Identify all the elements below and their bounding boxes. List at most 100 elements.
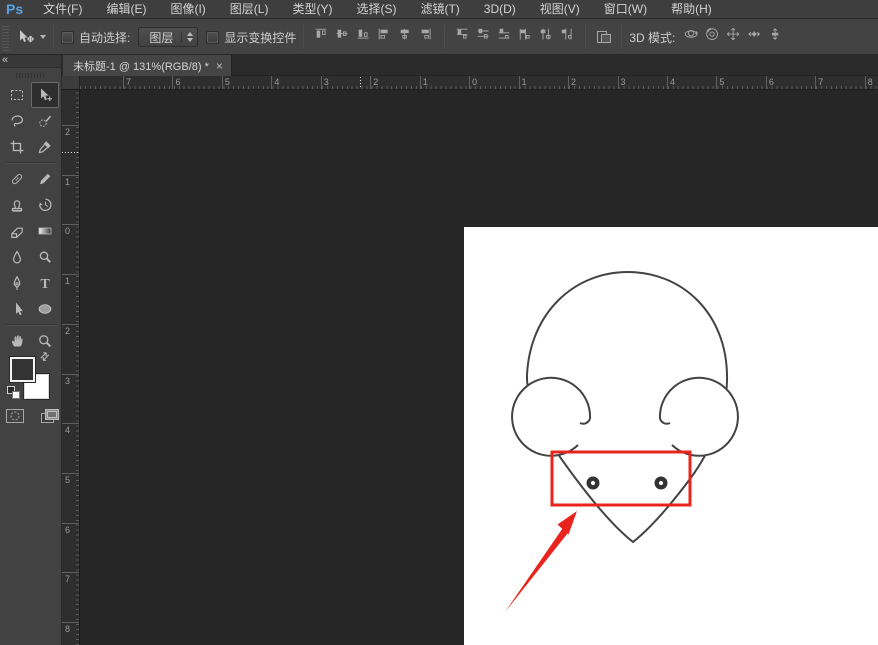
pen-tool-icon[interactable] bbox=[3, 270, 31, 296]
ruler-major-tick bbox=[519, 76, 520, 90]
screen-mode-button[interactable] bbox=[39, 407, 61, 425]
options-bar-grip[interactable] bbox=[2, 24, 9, 51]
align-vertical-centers-icon[interactable] bbox=[333, 26, 352, 45]
left-ear bbox=[512, 378, 590, 456]
move-tool-option-icon[interactable] bbox=[15, 28, 35, 46]
distribute-left-edges-icon[interactable] bbox=[516, 26, 535, 45]
distribute-right-edges-icon[interactable] bbox=[558, 26, 577, 45]
3d-pan-icon[interactable] bbox=[724, 25, 743, 44]
workspace: « T ⇄ bbox=[0, 55, 878, 645]
left-eye-highlight bbox=[591, 481, 595, 485]
ruler-number: 4 bbox=[274, 77, 279, 87]
menu-item-8[interactable]: 3D(D) bbox=[472, 0, 528, 19]
ruler-major-tick bbox=[62, 572, 80, 573]
annotation-arrow-shaft bbox=[505, 529, 568, 613]
move-tool-icon[interactable] bbox=[31, 82, 59, 108]
horizontal-ruler[interactable]: 7654321012345678 bbox=[62, 76, 878, 90]
hand-tool-icon[interactable] bbox=[3, 328, 31, 354]
path-selection-tool-icon[interactable] bbox=[3, 296, 31, 322]
document-canvas[interactable] bbox=[464, 227, 878, 645]
distribute-horizontal-centers-icon[interactable] bbox=[537, 26, 556, 45]
distribute-bottom-edges-icon[interactable] bbox=[495, 26, 514, 45]
show-transform-checkbox[interactable] bbox=[206, 31, 219, 44]
ruler-major-tick bbox=[62, 622, 80, 623]
menu-item-11[interactable]: 帮助(H) bbox=[659, 0, 724, 19]
ruler-major-tick bbox=[321, 76, 322, 90]
type-tool-icon[interactable]: T bbox=[31, 270, 59, 296]
align-right-edges-icon[interactable] bbox=[417, 26, 436, 45]
canvas-workspace[interactable] bbox=[80, 90, 878, 645]
ruler-number: 1 bbox=[423, 77, 428, 87]
ruler-number: 2 bbox=[373, 77, 378, 87]
menu-item-2[interactable]: 编辑(E) bbox=[94, 0, 158, 19]
tool-panel-grip[interactable] bbox=[16, 73, 46, 78]
lasso-tool-icon[interactable] bbox=[3, 108, 31, 134]
ruler-major-tick bbox=[865, 76, 866, 90]
3d-scale-icon[interactable] bbox=[766, 25, 785, 44]
crop-tool-icon[interactable] bbox=[3, 134, 31, 160]
ruler-number: 3 bbox=[324, 77, 329, 87]
ruler-major-tick bbox=[667, 76, 668, 90]
distribute-vertical-centers-icon[interactable] bbox=[474, 26, 493, 45]
menu-item-1[interactable]: 文件(F) bbox=[31, 0, 94, 19]
align-bottom-edges-icon[interactable] bbox=[354, 26, 373, 45]
gradient-tool-icon[interactable] bbox=[31, 218, 59, 244]
auto-select-target-dropdown[interactable]: 图层 bbox=[138, 27, 198, 47]
eyedropper-tool-icon[interactable] bbox=[31, 134, 59, 160]
dodge-tool-icon[interactable] bbox=[31, 244, 59, 270]
menu-item-10[interactable]: 窗口(W) bbox=[592, 0, 659, 19]
history-brush-tool-icon[interactable] bbox=[31, 192, 59, 218]
quick-selection-tool-icon[interactable] bbox=[31, 108, 59, 134]
tool-preset-caret-icon[interactable] bbox=[40, 35, 46, 39]
3d-rotate-icon[interactable] bbox=[682, 25, 701, 44]
blur-tool-icon[interactable] bbox=[3, 244, 31, 270]
auto-select-checkbox[interactable] bbox=[61, 31, 74, 44]
menu-item-3[interactable]: 图像(I) bbox=[158, 0, 217, 19]
ruler-number: 2 bbox=[65, 326, 70, 336]
menu-item-5[interactable]: 类型(Y) bbox=[280, 0, 344, 19]
annotation-arrow-head bbox=[558, 511, 578, 535]
3d-roll-icon[interactable] bbox=[703, 25, 722, 44]
document-tab[interactable]: 未标题-1 @ 131%(RGB/8) * × bbox=[63, 55, 232, 76]
ellipse-tool-icon[interactable] bbox=[31, 296, 59, 322]
3d-slide-icon[interactable] bbox=[745, 25, 764, 44]
ruler-number: 3 bbox=[65, 376, 70, 386]
highlight-rectangle bbox=[552, 452, 690, 505]
align-top-edges-icon[interactable] bbox=[312, 26, 331, 45]
ps-logo: Ps bbox=[0, 1, 31, 17]
menu-item-4[interactable]: 图层(L) bbox=[218, 0, 281, 19]
default-colors-icon[interactable] bbox=[7, 386, 20, 399]
quick-mask-button[interactable] bbox=[5, 407, 25, 425]
ruler-major-tick bbox=[271, 76, 272, 90]
spot-healing-brush-tool-icon[interactable] bbox=[3, 166, 31, 192]
menu-item-6[interactable]: 选择(S) bbox=[344, 0, 408, 19]
align-horizontal-centers-icon[interactable] bbox=[396, 26, 415, 45]
dropdown-spinner-icon bbox=[181, 32, 193, 42]
clone-stamp-tool-icon[interactable] bbox=[3, 192, 31, 218]
auto-align-layers-icon[interactable] bbox=[594, 28, 613, 47]
separator bbox=[444, 25, 445, 49]
foreground-color-swatch[interactable] bbox=[10, 357, 35, 382]
menu-item-7[interactable]: 滤镜(T) bbox=[408, 0, 471, 19]
collapse-panels-icon[interactable]: « bbox=[2, 54, 8, 66]
rectangular-marquee-tool-icon[interactable] bbox=[3, 82, 31, 108]
show-transform-label: 显示变换控件 bbox=[224, 29, 296, 46]
tab-close-icon[interactable]: × bbox=[216, 59, 223, 73]
eraser-tool-icon[interactable] bbox=[3, 218, 31, 244]
ruler-number: 7 bbox=[65, 574, 70, 584]
auto-select-target-value: 图层 bbox=[149, 29, 173, 46]
distribute-top-edges-icon[interactable] bbox=[453, 26, 472, 45]
menu-bar: Ps 文件(F)编辑(E)图像(I)图层(L)类型(Y)选择(S)滤镜(T)3D… bbox=[0, 0, 878, 19]
ruler-major-tick bbox=[62, 374, 80, 375]
vertical-ruler[interactable]: 21012345678 bbox=[62, 90, 80, 645]
pencil-tool-icon[interactable] bbox=[31, 166, 59, 192]
ruler-number: 7 bbox=[126, 77, 131, 87]
ruler-major-tick bbox=[62, 224, 80, 225]
menu-item-9[interactable]: 视图(V) bbox=[528, 0, 592, 19]
tool-group-divider bbox=[5, 324, 57, 326]
ruler-number: 6 bbox=[175, 77, 180, 87]
separator bbox=[621, 25, 622, 49]
align-left-edges-icon[interactable] bbox=[375, 26, 394, 45]
ruler-origin-box[interactable] bbox=[62, 76, 80, 90]
options-bar: 自动选择: 图层 显示变换控件 3D 模式: bbox=[0, 20, 878, 55]
